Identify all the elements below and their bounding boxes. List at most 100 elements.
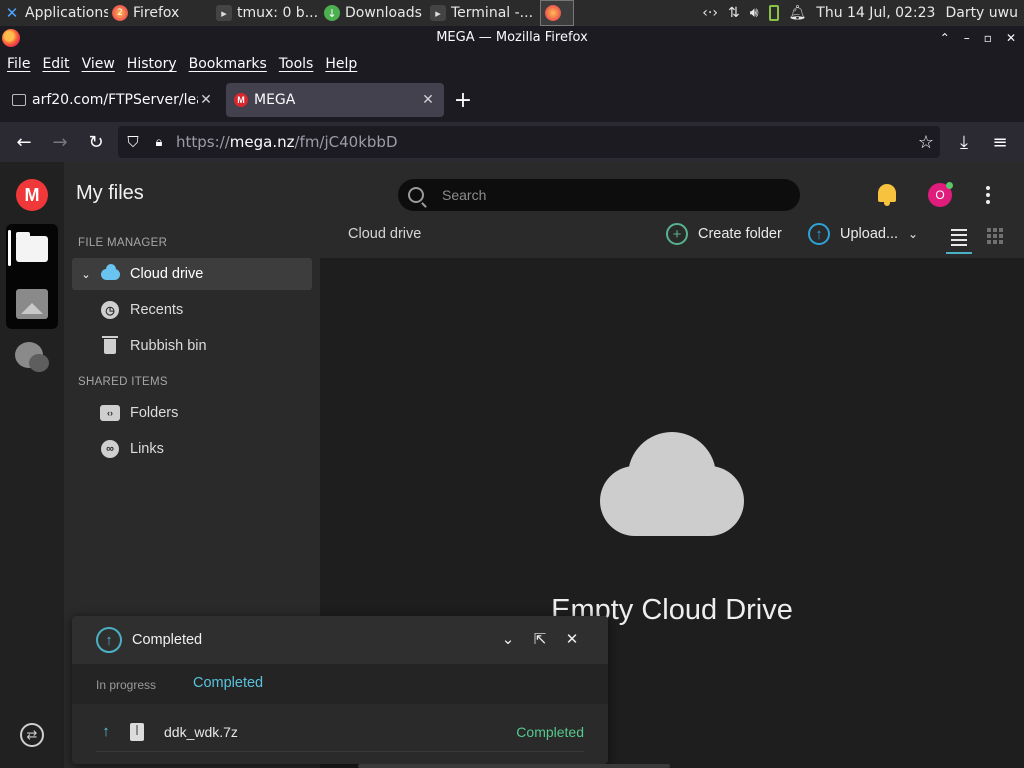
reload-button[interactable]: ↻ [78,124,114,160]
lock-icon[interactable]: 🔒︎ [148,135,170,150]
maximize-window-icon[interactable]: ▫ [984,26,992,50]
more-options-icon[interactable] [984,182,992,208]
menu-bar: File Edit View History Bookmarks Tools H… [0,50,1024,78]
cloud-drive-folder-icon[interactable] [16,232,48,262]
close-tab-icon[interactable]: ✕ [198,92,214,108]
sidebar-item-rubbish-bin[interactable]: Rubbish bin [72,330,312,362]
menu-bookmarks[interactable]: Bookmarks [189,56,267,72]
photos-icon[interactable] [16,289,48,319]
url-text[interactable]: https://mega.nz/fm/jC40kbbD [176,133,398,151]
new-tab-button[interactable]: + [448,88,478,113]
chevron-down-icon[interactable]: ⌄ [72,268,100,281]
url-scheme: https:// [176,133,230,151]
url-path: /fm/jC40kbbD [294,133,398,151]
system-panel: ✕ Applications ≡ 2 Firefox ▸ tmux: 0 b..… [0,0,1024,26]
url-domain: mega.nz [229,133,295,151]
sidebar-item-label: Rubbish bin [130,338,207,354]
menu-help[interactable]: Help [325,56,357,72]
user-menu[interactable]: Darty uwu [945,5,1018,21]
shared-items-heading: SHARED ITEMS [78,376,168,388]
mega-favicon-icon: M [234,93,248,107]
system-tray: ‹·› ⇅ 🔊︎ 🔔︎ Thu 14 Jul, 02:23 Darty uwu [702,0,1024,26]
search-input[interactable]: Search [398,179,800,211]
taskbar-item-downloads[interactable]: ↓ Downloads [320,0,426,26]
minimize-window-icon[interactable]: – [964,26,970,50]
tracking-protection-shield-icon[interactable]: ⛉ [118,133,148,151]
plus-circle-icon: + [666,223,688,245]
clock-icon: ◷ [100,300,120,320]
menu-file[interactable]: File [7,56,30,72]
taskbar-item-firefox[interactable]: 2 Firefox [108,0,212,26]
taskbar-item-firefox-active[interactable] [540,0,574,26]
transfer-arrows-icon[interactable]: ⇅ [728,5,740,21]
shade-window-icon[interactable]: ⌃ [940,26,950,50]
menu-edit[interactable]: Edit [42,56,69,72]
chat-icon[interactable] [15,342,49,372]
create-folder-button[interactable]: + Create folder [666,223,782,245]
chevron-down-icon[interactable]: ⌄ [908,227,918,241]
transfer-row[interactable]: ↑ ddk_wdk.7z Completed [96,712,584,752]
transfer-widget-title: Completed [132,632,203,648]
link-icon: ∞ [100,439,120,459]
close-window-icon[interactable]: ✕ [1006,26,1016,50]
upload-button[interactable]: ↑ Upload... ⌄ [808,223,918,245]
firefox-icon: 2 [112,5,128,21]
forward-button[interactable]: → [42,124,78,160]
grid-view-icon[interactable] [987,228,1003,244]
mega-logo[interactable]: M [16,179,48,211]
collapse-chevron-icon[interactable]: ⌄ [499,630,517,648]
horizontal-scrollbar[interactable] [358,764,670,768]
archive-file-icon [130,722,144,741]
address-bar[interactable]: ⛉ 🔒︎ https://mega.nz/fm/jC40kbbD ☆ [118,126,940,158]
rail-active-indicator [8,230,11,266]
battery-icon[interactable] [768,5,779,21]
applications-menu[interactable]: ✕ Applications ≡ [0,0,108,26]
sidebar-item-links[interactable]: ∞ Links [72,433,312,465]
online-status-dot [946,182,953,189]
close-tab-icon[interactable]: ✕ [420,92,436,108]
navigation-toolbar: ← → ↻ ⛉ 🔒︎ https://mega.nz/fm/jC40kbbD ☆… [0,122,1024,162]
xfce-logo-icon: ✕ [5,4,19,22]
notification-bell-icon[interactable]: 🔔︎ [789,5,807,21]
app-menu-button[interactable]: ≡ [982,124,1018,160]
menu-history[interactable]: History [127,56,177,72]
firefox-icon [545,5,561,21]
clock[interactable]: Thu 14 Jul, 02:23 [816,5,935,21]
close-icon[interactable]: ✕ [563,630,581,648]
taskbar-item-terminal[interactable]: ▸ Terminal -... [426,0,536,26]
breadcrumb[interactable]: Cloud drive [348,226,421,242]
notifications-bell-icon[interactable] [878,184,896,206]
taskbar-label: tmux: 0 b... [237,5,319,21]
active-view-indicator [946,252,972,254]
sidebar-item-cloud-drive[interactable]: ⌄ Cloud drive [72,258,312,290]
trash-icon [100,335,120,356]
menu-tools[interactable]: Tools [279,56,314,72]
sidebar-item-folders[interactable]: ‹› Folders [72,397,312,429]
tab-in-progress[interactable]: In progress [96,678,156,692]
tab-completed[interactable]: Completed [193,675,263,691]
page-favicon-icon [12,94,26,106]
transfer-manager-icon[interactable]: ⇄ [20,723,44,747]
volume-icon[interactable]: 🔊︎ [750,5,759,21]
tab-label: arf20.com/FTPServer/lea [32,92,198,108]
transfer-file-name: ddk_wdk.7z [164,723,238,740]
sidebar-title: My files [76,182,144,204]
sidebar-item-recents[interactable]: ◷ Recents [72,294,312,326]
open-transfers-icon[interactable]: ⇱ [531,630,549,648]
transfer-widget-header: ↑ Completed ⌄ ⇱ ✕ [72,616,608,664]
menu-view[interactable]: View [82,56,115,72]
window-titlebar: MEGA — Mozilla Firefox ⌃ – ▫ ✕ [0,26,1024,50]
downloads-button[interactable]: ⤓ [946,124,982,160]
window-title: MEGA — Mozilla Firefox [436,30,588,45]
tab-mega[interactable]: M MEGA ✕ [226,83,444,117]
transfer-tabs: In progress Completed [72,664,608,704]
network-icon[interactable]: ‹·› [702,5,718,21]
sidebar-item-label: Links [130,441,164,457]
tab-ftpserver[interactable]: arf20.com/FTPServer/lea ✕ [4,83,222,117]
terminal-icon: ▸ [216,5,232,21]
taskbar-label: Downloads [345,5,422,21]
back-button[interactable]: ← [6,124,42,160]
list-view-icon[interactable] [948,226,970,248]
bookmark-star-icon[interactable]: ☆ [918,132,934,153]
taskbar-item-tmux[interactable]: ▸ tmux: 0 b... [212,0,320,26]
